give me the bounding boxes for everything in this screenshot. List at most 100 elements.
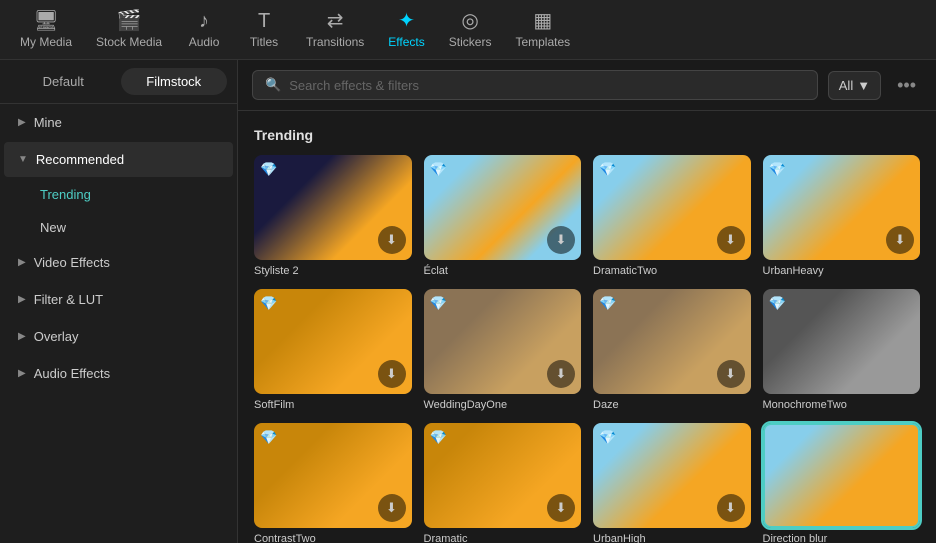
effect-card-dramatic[interactable]: 💎⬇Dramatic [424,423,582,543]
effect-label-softfilm: SoftFilm [254,399,412,411]
effect-card-contrasttwo[interactable]: 💎⬇ContrastTwo [254,423,412,543]
download-button[interactable]: ⬇ [378,360,406,388]
effects-icon: ✦ [398,11,415,31]
nav-effects[interactable]: ✦ Effects [376,5,436,55]
gem-icon: 💎 [260,161,277,178]
content-area: 🔍 All ▼ ••• Trending 💎⬇Styliste 2💎⬇Éclat… [238,60,936,543]
effect-card-softfilm[interactable]: 💎⬇SoftFilm [254,289,412,411]
download-button[interactable]: ⬇ [547,360,575,388]
transitions-icon: ⇄ [327,11,344,31]
tab-default[interactable]: Default [10,68,117,95]
sidebar-item-mine[interactable]: ▶ Mine [4,105,233,140]
effect-card-urbanheavy[interactable]: 💎⬇UrbanHeavy [763,155,921,277]
search-bar[interactable]: 🔍 [252,70,818,100]
effect-card-monochrome[interactable]: 💎 MonochromeTwo [763,289,921,411]
gem-icon: 💎 [599,161,616,178]
effect-thumb-weddingdayone: 💎⬇ [424,289,582,394]
tab-filmstock[interactable]: Filmstock [121,68,228,95]
effect-card-urbanhigh[interactable]: 💎⬇UrbanHigh [593,423,751,543]
gem-icon: 💎 [599,295,616,312]
templates-icon: ▦ [533,11,552,31]
effect-label-monochrome: MonochromeTwo [763,399,921,411]
effect-label-urbanhigh: UrbanHigh [593,533,751,543]
chevron-right-icon-2: ▶ [18,257,26,268]
sidebar: Default Filmstock ▶ Mine ▼ Recommended T… [0,60,238,543]
effect-label-directionblur: Direction blur [763,533,921,543]
effect-thumb-directionblur [763,423,921,528]
gem-icon: 💎 [769,161,786,178]
effect-thumb-dramatictwo: 💎⬇ [593,155,751,260]
effect-thumb-softfilm: 💎⬇ [254,289,412,394]
sidebar-item-filter-lut[interactable]: ▶ Filter & LUT [4,282,233,317]
sidebar-subitem-trending[interactable]: Trending [4,179,233,210]
chevron-right-icon: ▶ [18,117,26,128]
effect-thumb-monochrome: 💎 [763,289,921,394]
nav-my-media[interactable]: 🖥 My Media [8,5,84,55]
sidebar-item-audio-effects[interactable]: ▶ Audio Effects [4,356,233,391]
sidebar-item-overlay[interactable]: ▶ Overlay [4,319,233,354]
effect-card-styliste2[interactable]: 💎⬇Styliste 2 [254,155,412,277]
chevron-right-icon-3: ▶ [18,294,26,305]
effects-grid: 💎⬇Styliste 2💎⬇Éclat💎⬇DramaticTwo💎⬇UrbanH… [254,155,920,543]
gem-icon: 💎 [260,429,277,446]
effect-thumb-urbanhigh: 💎⬇ [593,423,751,528]
my-media-icon: 🖥 [33,11,58,31]
effect-card-eclat[interactable]: 💎⬇Éclat [424,155,582,277]
download-button[interactable]: ⬇ [717,360,745,388]
effect-thumb-urbanheavy: 💎⬇ [763,155,921,260]
effect-label-contrasttwo: ContrastTwo [254,533,412,543]
download-button[interactable]: ⬇ [886,226,914,254]
effect-label-dramatic: Dramatic [424,533,582,543]
gem-icon: 💎 [430,429,447,446]
sidebar-item-recommended[interactable]: ▼ Recommended [4,142,233,177]
content-header: 🔍 All ▼ ••• [238,60,936,111]
sidebar-subitem-new[interactable]: New [4,212,233,243]
download-button[interactable]: ⬇ [547,494,575,522]
effect-thumb-daze: 💎⬇ [593,289,751,394]
chevron-right-icon-5: ▶ [18,368,26,379]
filter-dropdown[interactable]: All ▼ [828,71,881,100]
effect-thumb-dramatic: 💎⬇ [424,423,582,528]
effect-label-eclat: Éclat [424,265,582,277]
gem-icon: 💎 [430,295,447,312]
section-title: Trending [254,127,920,143]
effects-scroll-area[interactable]: Trending 💎⬇Styliste 2💎⬇Éclat💎⬇DramaticTw… [238,111,936,543]
nav-templates[interactable]: ▦ Templates [503,5,582,55]
download-button[interactable]: ⬇ [378,226,406,254]
titles-icon: T [258,11,270,31]
nav-stickers[interactable]: ◎ Stickers [437,5,504,55]
gem-icon: 💎 [599,429,616,446]
sidebar-item-video-effects[interactable]: ▶ Video Effects [4,245,233,280]
effect-card-dramatictwo[interactable]: 💎⬇DramaticTwo [593,155,751,277]
effect-thumb-styliste2: 💎⬇ [254,155,412,260]
download-button[interactable]: ⬇ [717,226,745,254]
main-area: Default Filmstock ▶ Mine ▼ Recommended T… [0,60,936,543]
stock-media-icon: 🎬 [117,11,142,31]
nav-transitions[interactable]: ⇄ Transitions [294,5,376,55]
chevron-down-icon: ▼ [18,154,28,165]
download-button[interactable]: ⬇ [378,494,406,522]
gem-icon: 💎 [430,161,447,178]
effect-card-directionblur[interactable]: Direction blur [763,423,921,543]
effect-thumb-contrasttwo: 💎⬇ [254,423,412,528]
nav-audio[interactable]: ♪ Audio [174,5,234,55]
nav-titles[interactable]: T Titles [234,5,294,55]
effect-label-dramatictwo: DramaticTwo [593,265,751,277]
audio-icon: ♪ [199,11,209,31]
download-button[interactable]: ⬇ [717,494,745,522]
effect-label-styliste2: Styliste 2 [254,265,412,277]
effect-label-urbanheavy: UrbanHeavy [763,265,921,277]
top-navigation: 🖥 My Media 🎬 Stock Media ♪ Audio T Title… [0,0,936,60]
effect-card-weddingdayone[interactable]: 💎⬇WeddingDayOne [424,289,582,411]
chevron-down-icon: ▼ [857,78,870,93]
more-options-button[interactable]: ••• [891,71,922,100]
gem-icon: 💎 [260,295,277,312]
search-icon: 🔍 [265,77,281,93]
effect-card-daze[interactable]: 💎⬇Daze [593,289,751,411]
effect-thumb-eclat: 💎⬇ [424,155,582,260]
nav-stock-media[interactable]: 🎬 Stock Media [84,5,174,55]
search-input[interactable] [289,78,805,93]
effect-label-weddingdayone: WeddingDayOne [424,399,582,411]
stickers-icon: ◎ [461,11,478,31]
download-button[interactable]: ⬇ [547,226,575,254]
